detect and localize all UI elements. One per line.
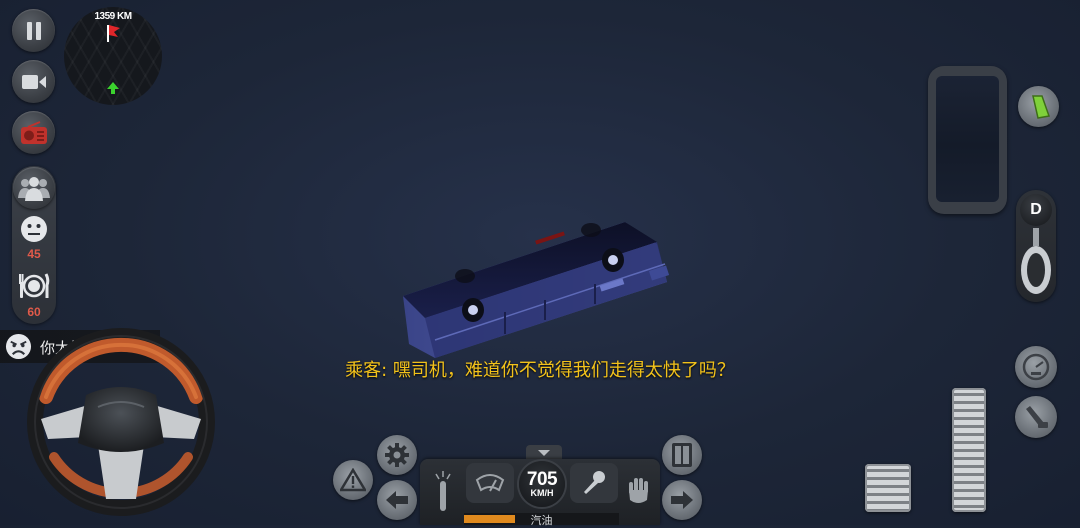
doors-button[interactable] xyxy=(662,435,702,475)
fuel-label: 汽油 xyxy=(530,514,553,527)
distance-label: 1359 KM xyxy=(94,11,132,22)
microphone-icon xyxy=(584,471,605,494)
rear-view-mirror xyxy=(928,66,1007,214)
player-arrow-icon xyxy=(107,82,119,94)
hazard-warning-icon xyxy=(340,468,366,492)
right-turn-signal-button[interactable] xyxy=(662,480,702,520)
dashboard-view-button[interactable] xyxy=(1015,346,1057,388)
settings-button[interactable] xyxy=(377,435,417,475)
passenger-dialogue: 乘客: 嘿司机，难道你不觉得我们走得太快了吗？ xyxy=(345,360,735,381)
horn-button[interactable] xyxy=(570,463,618,503)
pause-icon xyxy=(26,21,41,40)
brake-pedal[interactable] xyxy=(865,464,911,512)
door-icon xyxy=(672,443,692,467)
cruise-button[interactable] xyxy=(1018,86,1059,127)
radio-icon xyxy=(20,120,47,144)
arrow-left-icon xyxy=(386,491,408,509)
neutral-face-icon xyxy=(21,216,47,242)
arrow-right-icon xyxy=(671,491,693,509)
speedometer-display: 705 KM/H xyxy=(519,461,565,507)
gear-indicator: D xyxy=(1020,194,1052,226)
wiper-icon xyxy=(475,474,505,492)
handbrake-button[interactable] xyxy=(1015,396,1057,438)
food-plate-icon xyxy=(19,273,50,298)
brake-pedal-green-icon xyxy=(1031,94,1050,119)
gear-settings-icon xyxy=(385,443,409,467)
hand-stop-icon xyxy=(629,478,648,503)
left-turn-signal-button[interactable] xyxy=(377,480,417,520)
hazard-button[interactable] xyxy=(333,460,373,500)
wipers-button[interactable] xyxy=(466,463,514,503)
passengers-icon xyxy=(18,177,50,201)
accelerator-pedal[interactable] xyxy=(952,388,986,512)
passenger-panel: 45 60 xyxy=(12,166,56,324)
dashboard-panel: 705 KM/H 汽油 xyxy=(420,459,660,527)
chevron-down-icon xyxy=(538,450,550,456)
speedometer-icon xyxy=(1022,353,1050,381)
camera-icon xyxy=(21,74,46,89)
happiness-value: 45 xyxy=(27,247,41,261)
speed-value: 705 xyxy=(526,468,558,490)
stop-request-button[interactable] xyxy=(622,465,654,517)
passengers-button[interactable] xyxy=(13,167,55,209)
speed-unit: KM/H xyxy=(530,487,554,498)
radio-button[interactable] xyxy=(12,111,55,154)
gear-lever-icon xyxy=(1021,228,1051,294)
gear-label: D xyxy=(1030,201,1042,218)
minimap[interactable]: 1359 KM xyxy=(64,7,162,105)
destination-flag-icon xyxy=(107,25,120,42)
fuel-gauge: 汽油 xyxy=(464,513,619,527)
pause-button[interactable] xyxy=(12,9,55,52)
gear-shifter[interactable]: D xyxy=(1016,190,1056,302)
handbrake-icon xyxy=(1026,406,1048,428)
food-value: 60 xyxy=(27,305,41,319)
headlight-lever-icon xyxy=(435,471,451,511)
headlights-button[interactable] xyxy=(428,465,458,517)
camera-button[interactable] xyxy=(12,60,55,103)
